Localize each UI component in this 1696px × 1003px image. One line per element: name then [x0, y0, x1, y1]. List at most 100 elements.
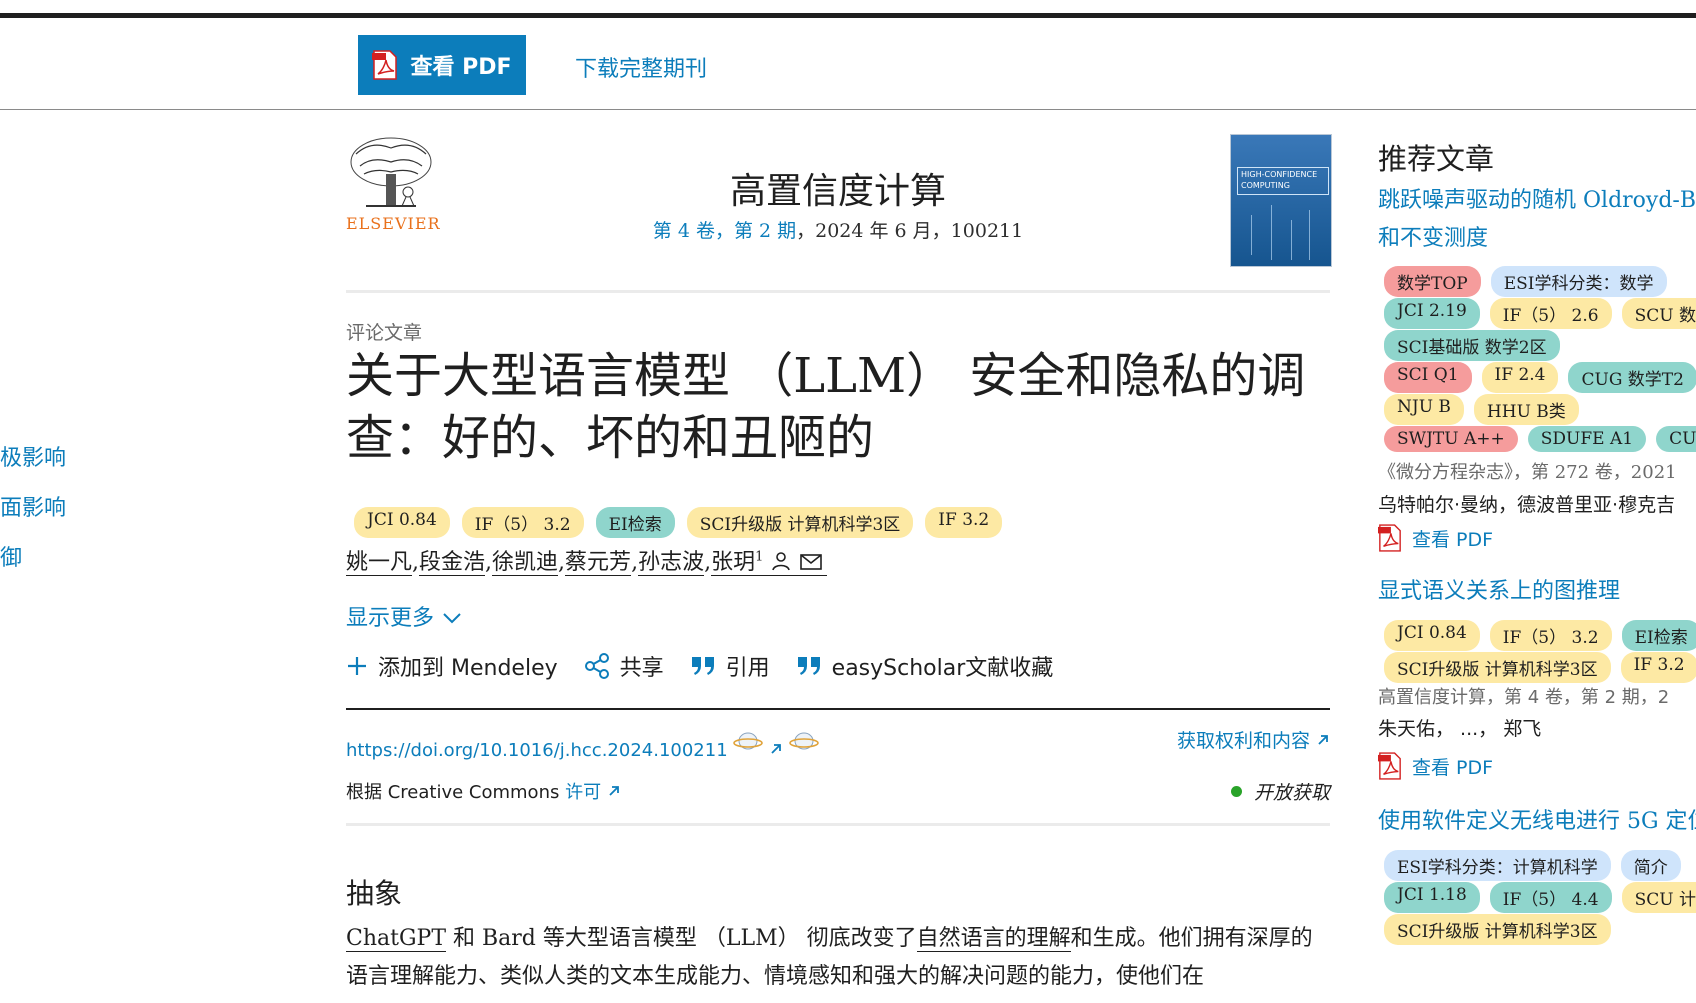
share-label: 共享 — [619, 656, 664, 681]
rec-badges: 数学TOP ESI学科分类：数学 — [1384, 266, 1667, 297]
doi-link[interactable]: https://doi.org/10.1016/j.hcc.2024.10021… — [346, 740, 728, 761]
mendeley-label: 添加到 Mendeley — [378, 656, 558, 681]
rec-view-pdf-label: 查看 PDF — [1412, 756, 1494, 779]
left-nav-item-1[interactable]: 极影响 — [0, 440, 66, 472]
badge[interactable]: SCU 数学 — [1621, 298, 1696, 329]
metric-badges: JCI 0.84 IF（5） 3.2 EI检索 SCI升级版 计算机科学3区 I… — [354, 507, 1003, 538]
rec-title-link[interactable]: 跳跃噪声驱动的随机 Oldroyd-B 模型 — [1378, 182, 1696, 220]
left-nav-item-2[interactable]: 面影响 — [0, 490, 66, 522]
badge[interactable]: SCI Q1 — [1384, 362, 1472, 393]
badge[interactable]: IF（5） 3.2 — [461, 507, 584, 538]
share-button[interactable]: 共享 — [584, 650, 664, 682]
badge[interactable]: IF 2.4 — [1481, 362, 1559, 393]
abstract-body: ChatGPT 和 Bard 等大型语言模型 （LLM） 彻底改变了自然语言的理… — [346, 920, 1330, 996]
saturn-icon[interactable] — [733, 730, 764, 752]
rights-label: 获取权利和内容 — [1176, 730, 1310, 752]
rec-badges: SCI Q1 IF 2.4 CUG 数学T2 — [1384, 362, 1696, 393]
badge[interactable]: IF 3.2 — [925, 507, 1003, 538]
cover-decor — [1251, 215, 1252, 255]
abstract-link-chatgpt[interactable]: ChatGPT — [346, 926, 447, 952]
download-issue-link[interactable]: 下载完整期刊 — [575, 51, 707, 83]
badge[interactable]: EI检索 — [1621, 620, 1696, 651]
rec-badges: ESI学科分类：计算机科学 简介 — [1384, 850, 1681, 881]
badge[interactable]: SCU 计算 — [1621, 882, 1696, 913]
badge[interactable]: IF（5） 2.6 — [1489, 298, 1612, 329]
rec-badges: JCI 1.18 IF（5） 4.4 SCU 计算 — [1384, 882, 1696, 913]
badge[interactable]: SCI基础版 数学2区 — [1384, 330, 1560, 361]
add-to-mendeley-button[interactable]: 添加到 Mendeley — [346, 650, 558, 682]
badge[interactable]: JCI 1.18 — [1384, 882, 1480, 913]
badge[interactable]: JCI 0.84 — [1384, 620, 1480, 651]
journal-cover[interactable]: HIGH-CONFIDENCE COMPUTING — [1230, 134, 1332, 267]
share-icon — [584, 653, 609, 679]
abstract-link-nlu[interactable]: 自然语言的理解 — [916, 926, 1071, 952]
badge[interactable]: IF 3.2 — [1620, 652, 1696, 683]
author-link[interactable]: 姚一凡 — [346, 550, 413, 576]
cover-decor — [1291, 220, 1292, 260]
rec-badges: NJU B HHU B类 — [1384, 394, 1579, 425]
cover-title-band: HIGH-CONFIDENCE COMPUTING — [1237, 167, 1329, 195]
author-link[interactable]: 蔡元芳 — [565, 550, 632, 576]
cite-button[interactable]: 引用 — [690, 650, 770, 682]
show-more-link[interactable]: 显示更多 — [346, 600, 463, 632]
journal-title[interactable]: 高置信度计算 — [346, 162, 1330, 214]
rec-authors: 乌特帕尔·曼纳，德波普里亚·穆克吉 — [1378, 494, 1676, 516]
plus-icon — [348, 657, 366, 675]
badge[interactable]: ESI学科分类：数学 — [1490, 266, 1667, 297]
badge[interactable]: SWJTU A++ — [1384, 426, 1518, 452]
chevron-down-icon — [443, 613, 461, 624]
left-nav-item-3[interactable]: 御 — [0, 540, 22, 572]
pdf-icon — [1378, 752, 1401, 780]
rec-title-link[interactable]: 和不变测度 — [1378, 220, 1488, 258]
volume-issue-link[interactable]: 第 4 卷，第 2 期 — [653, 220, 796, 242]
view-pdf-button[interactable]: 查看 PDF — [358, 35, 526, 95]
journal-meta-rest: ，2024 年 6 月，100211 — [796, 220, 1024, 242]
badge[interactable]: EI检索 — [595, 507, 675, 538]
author-link[interactable]: 张玥1 — [711, 549, 828, 576]
person-icon — [772, 552, 791, 571]
badge[interactable]: HHU B类 — [1473, 394, 1579, 425]
rec-badges: SWJTU A++ SDUFE A1 CUFE — [1384, 426, 1696, 452]
rec-view-pdf-link[interactable]: 查看 PDF — [1378, 524, 1493, 552]
divider — [346, 823, 1330, 826]
badge[interactable]: SCI升级版 计算机科学3区 — [686, 507, 914, 538]
rec-view-pdf-link[interactable]: 查看 PDF — [1378, 752, 1493, 780]
cover-decor — [1271, 205, 1272, 260]
badge[interactable]: SCI升级版 计算机科学3区 — [1384, 914, 1611, 945]
badge[interactable]: SDUFE A1 — [1527, 426, 1647, 452]
badge[interactable]: ESI学科分类：计算机科学 — [1384, 850, 1611, 881]
recommended-sidebar: 推荐文章 跳跃噪声驱动的随机 Oldroyd-B 模型 和不变测度 数学TOP … — [1378, 130, 1696, 1003]
badge[interactable]: JCI 0.84 — [354, 507, 450, 538]
rec-badges: SCI升级版 计算机科学3区 IF 3.2 — [1384, 652, 1696, 683]
abstract-text: 和 Bard 等大型语言模型 （LLM） 彻底改变了 — [446, 926, 917, 951]
easyscholar-button[interactable]: easyScholar文献收藏 — [796, 650, 1053, 682]
badge[interactable]: SCI升级版 计算机科学3区 — [1384, 652, 1611, 683]
doi-row: https://doi.org/10.1016/j.hcc.2024.10021… — [346, 730, 819, 761]
open-access-label: 开放获取 — [1253, 782, 1330, 804]
badge[interactable]: 数学TOP — [1384, 266, 1481, 297]
badge[interactable]: IF（5） 4.4 — [1489, 882, 1612, 913]
author-link[interactable]: 段金浩 — [419, 550, 486, 576]
author-affiliation-sup: 1 — [755, 549, 764, 565]
badge[interactable]: CUG 数学T2 — [1568, 362, 1696, 393]
rec-title-link[interactable]: 使用软件定义无线电进行 5G 定位 — [1378, 803, 1696, 841]
rec-journal-meta: 《微分方程杂志》，第 272 卷，2021 — [1378, 462, 1677, 483]
quote-icon — [691, 657, 714, 675]
license-link[interactable]: 许可 — [565, 782, 621, 803]
badge[interactable]: IF（5） 3.2 — [1489, 620, 1612, 651]
saturn-icon[interactable] — [789, 730, 819, 752]
article-type: 评论文章 — [346, 322, 423, 344]
author-link[interactable]: 徐凯迪 — [492, 550, 559, 576]
badge[interactable]: NJU B — [1384, 394, 1464, 425]
external-link-icon — [1318, 735, 1328, 745]
badge[interactable]: CUFE — [1656, 426, 1696, 452]
author-list: 姚一凡,段金浩,徐凯迪,蔡元芳,孙志波,张玥1 — [346, 544, 828, 576]
author-link[interactable]: 孙志波 — [638, 550, 705, 576]
abstract-heading: 抽象 — [346, 877, 403, 910]
badge[interactable]: JCI 2.19 — [1384, 298, 1480, 329]
badge[interactable]: 简介 — [1620, 850, 1681, 881]
rights-content-link[interactable]: 获取权利和内容 — [1177, 726, 1330, 753]
rec-badges: SCI升级版 计算机科学3区 — [1384, 914, 1611, 945]
rec-title-link[interactable]: 显式语义关系上的图推理 — [1378, 573, 1620, 611]
rec-badges: JCI 0.84 IF（5） 3.2 EI检索 — [1384, 620, 1696, 651]
